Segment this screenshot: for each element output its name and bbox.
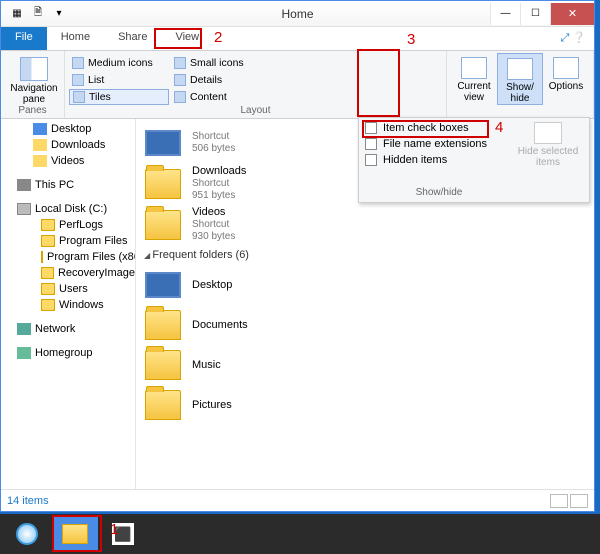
tab-home[interactable]: Home [47,27,104,50]
popup-label: Show/hide [365,181,513,198]
tree-program-files[interactable]: Program Files [1,233,135,249]
ribbon-panes-label: Panes [5,105,60,117]
tree-downloads[interactable]: Downloads [1,137,135,153]
group-header-frequent[interactable]: Frequent folders (6) [142,245,594,265]
layout-list[interactable]: List [69,72,169,88]
folder-icon [145,350,181,380]
qat-newfolder-icon[interactable]: 🗎 [28,5,48,23]
taskbar-store-button[interactable]: ⬛ [100,516,146,552]
view-details-button[interactable] [550,494,568,508]
layout-medium-icons[interactable]: Medium icons [69,55,169,71]
show-hide-button[interactable]: Show/ hide [497,53,543,105]
titlebar: ▦ 🗎 ▾ Home [1,1,594,27]
close-button[interactable] [550,3,594,25]
tab-file[interactable]: File [1,27,47,50]
tab-share[interactable]: Share [104,27,161,50]
minimize-button[interactable] [490,3,520,25]
navigation-pane-icon [20,57,48,81]
tree-local-disk[interactable]: Local Disk (C:) [1,201,135,217]
tree-users[interactable]: Users [1,281,135,297]
checkbox-file-name-extensions[interactable]: File name extensions [365,138,513,150]
show-hide-popup: Item check boxes File name extensions Hi… [358,117,590,203]
layout-details[interactable]: Details [171,72,271,88]
tree-recovery-image[interactable]: RecoveryImage [1,265,135,281]
navigation-pane-button[interactable]: Navigation pane [5,53,63,105]
options-button[interactable]: Options [543,53,589,92]
tree-program-files-x86[interactable]: Program Files (x86 [1,249,135,265]
folder-icon [145,210,181,240]
layout-small-icons[interactable]: Small icons [171,55,271,71]
layout-content[interactable]: Content [171,89,271,105]
checkbox-hidden-items[interactable]: Hidden items [365,154,513,166]
taskbar-explorer-button[interactable] [52,516,98,552]
maximize-button[interactable] [520,3,550,25]
tree-homegroup[interactable]: Homegroup [1,345,135,361]
tree-windows[interactable]: Windows [1,297,135,313]
list-item[interactable]: Documents [142,305,594,345]
desktop-icon [145,272,181,298]
folder-icon [145,169,181,199]
help-button[interactable]: ⤢ ❔ [552,27,594,50]
show-hide-icon [507,58,533,80]
list-item[interactable]: Desktop [142,265,594,305]
taskbar[interactable]: ⬛ [0,514,600,554]
tree-desktop[interactable]: Desktop [1,121,135,137]
current-view-button[interactable]: Current view [451,53,497,103]
window-title: Home [281,7,313,21]
list-item[interactable]: VideosShortcut930 bytes [142,204,594,245]
qat-dropdown-icon[interactable]: ▾ [49,5,69,23]
tab-view[interactable]: View [161,27,213,50]
tree-videos[interactable]: Videos [1,153,135,169]
tree-network[interactable]: Network [1,321,135,337]
navigation-tree[interactable]: Desktop Downloads Videos This PC Local D… [1,119,136,489]
qat-properties-icon[interactable]: ▦ [7,5,27,23]
file-explorer-icon [62,524,88,544]
layout-tiles[interactable]: Tiles [69,89,169,105]
checkbox-item-check-boxes[interactable]: Item check boxes [365,122,513,134]
folder-icon [145,310,181,340]
tree-this-pc[interactable]: This PC [1,177,135,193]
list-item[interactable]: Pictures [142,385,594,425]
hide-selected-icon [534,122,562,144]
hide-selected-items-button: Hide selected items [513,122,583,198]
desktop-shortcut-icon [145,130,181,156]
ribbon-tabs: File Home Share View ⤢ ❔ [1,27,594,51]
taskbar-ie-button[interactable] [4,516,50,552]
file-explorer-window: ▦ 🗎 ▾ Home File Home Share View ⤢ ❔ Navi… [0,0,595,512]
options-icon [553,57,579,79]
current-view-icon [461,57,487,79]
ribbon-layout-label: Layout [69,105,442,117]
status-item-count: 14 items [7,495,49,507]
tree-perflogs[interactable]: PerfLogs [1,217,135,233]
status-bar: 14 items [1,489,594,511]
folder-icon [145,390,181,420]
list-item[interactable]: Music [142,345,594,385]
view-thumbnails-button[interactable] [570,494,588,508]
ie-icon [16,523,38,545]
store-icon: ⬛ [112,523,134,545]
ribbon: Navigation pane Panes Medium icons Small… [1,51,594,119]
